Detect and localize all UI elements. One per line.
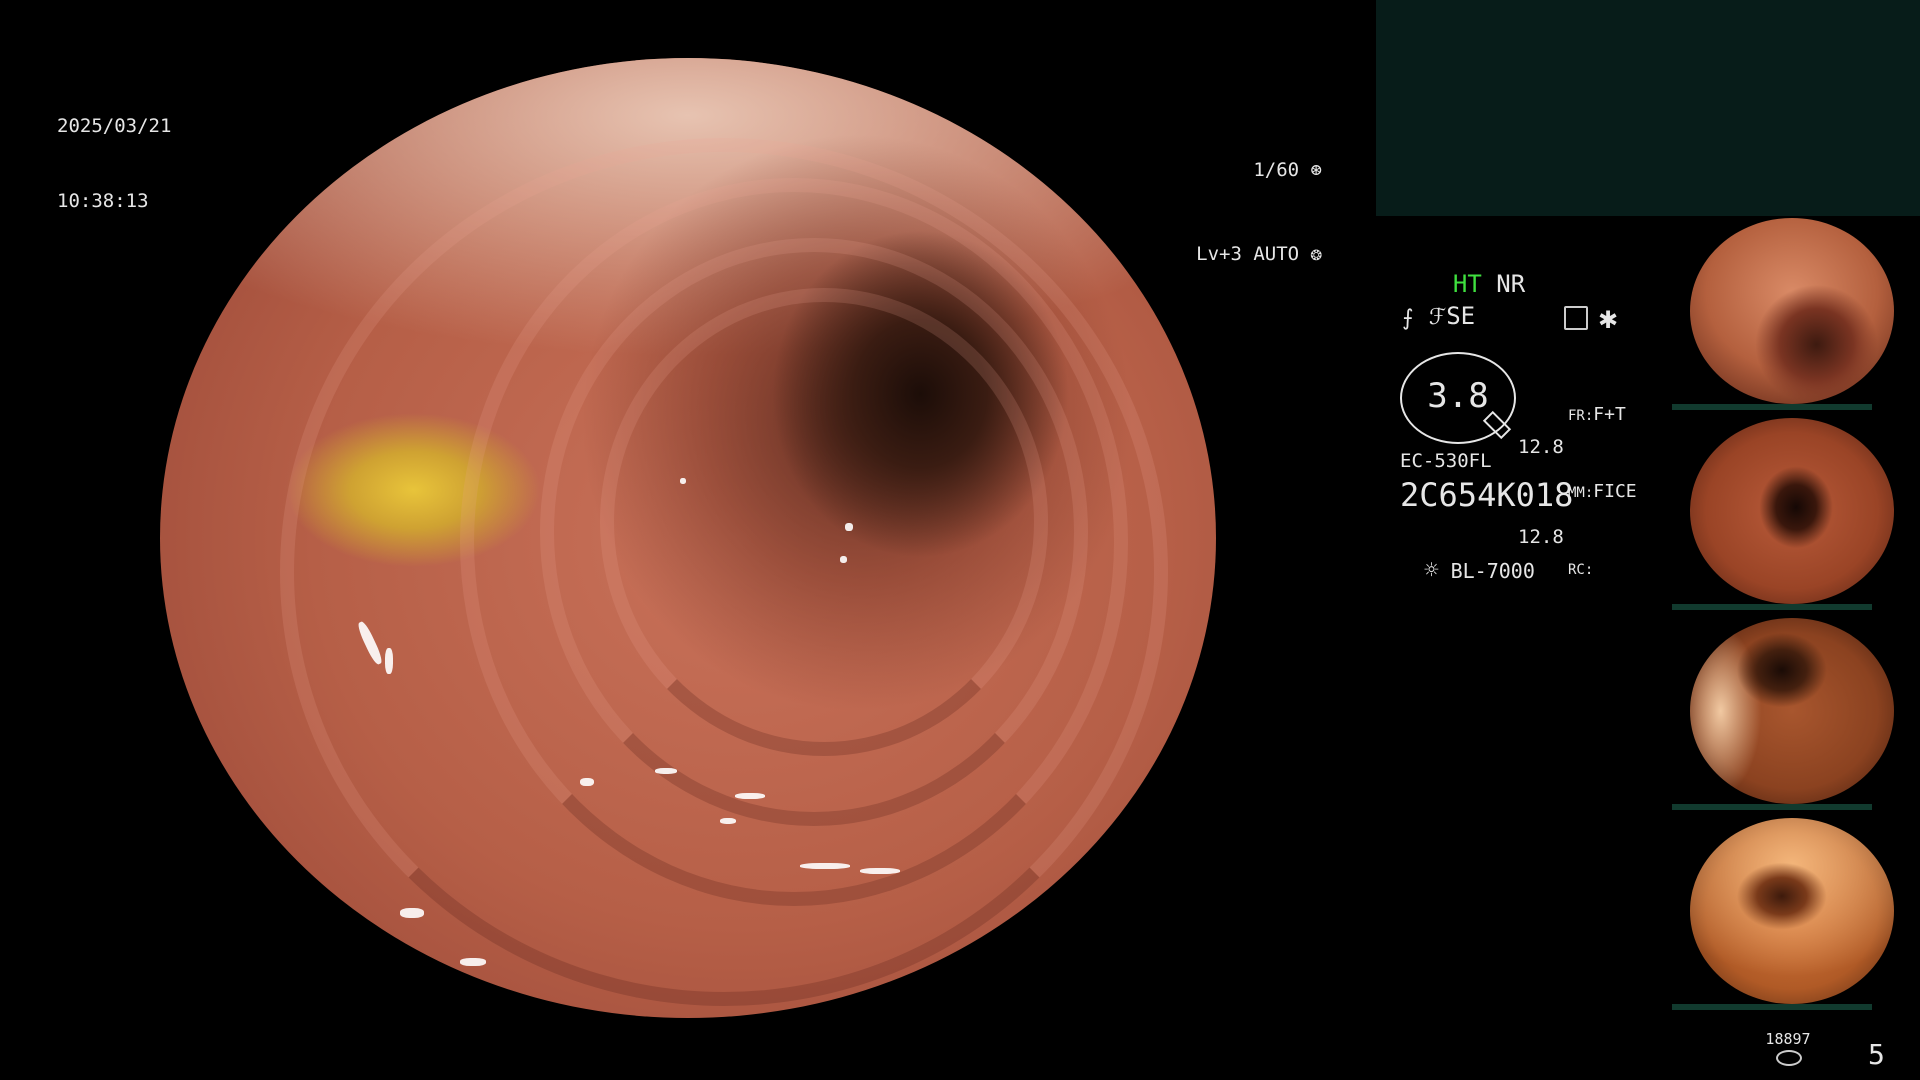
settings-icon — [1564, 306, 1588, 330]
fr-label: FR: — [1568, 408, 1594, 424]
value-1: 12.8 — [1518, 436, 1564, 458]
scope-model: EC-530FL — [1400, 450, 1492, 472]
capture-thumbnails — [1672, 216, 1920, 1016]
structure-enhance-icon: ℱ — [1428, 305, 1447, 330]
exposure-overlay: 1/60 ⊛ Lv+3 AUTO ❂ — [1192, 100, 1322, 296]
mm-value: FICE — [1593, 481, 1637, 502]
preview-panel — [1376, 0, 1920, 216]
rc-label: RC: — [1568, 562, 1594, 578]
color-enhance-icon: ⨍ — [1402, 306, 1414, 331]
light-source-row: ☼ BL-7000 — [1400, 532, 1535, 584]
light-source-icon: ☼ — [1424, 556, 1439, 584]
time-text: 10:38:13 — [57, 190, 149, 212]
thumbnail-4[interactable] — [1672, 816, 1920, 1012]
thumbnail-1[interactable] — [1672, 216, 1920, 412]
light-source-model: BL-7000 — [1450, 559, 1535, 583]
datetime-overlay: 2025/03/21 10:38:13 — [57, 64, 171, 239]
nr-indicator: NR — [1496, 270, 1526, 298]
thumbnail-2[interactable] — [1672, 416, 1920, 612]
endoscope-live-view — [160, 58, 1216, 1018]
exposure-mode: AUTO — [1253, 243, 1300, 265]
shutter-speed: 1/60 — [1253, 159, 1300, 181]
storage-icon — [1776, 1050, 1802, 1066]
scope-serial: 2C654K018 — [1400, 476, 1574, 514]
asterisk-icon: ✱ — [1598, 306, 1619, 334]
se-indicator: SE — [1446, 302, 1476, 330]
zoom-badge: 3.8 — [1400, 352, 1516, 444]
zoom-value: 3.8 — [1427, 376, 1489, 416]
page-number: 5 — [1868, 1038, 1885, 1071]
fr-value: F+T — [1593, 404, 1626, 425]
date-text: 2025/03/21 — [57, 115, 172, 137]
shutter-icon: ⊛ — [1299, 159, 1322, 181]
processing-settings: FR:F+T MM:FICE RC: — [1568, 352, 1637, 608]
image-count: 18897 — [1765, 1030, 1811, 1048]
thumbnail-3[interactable] — [1672, 616, 1920, 812]
iris-icon: ❂ — [1299, 243, 1322, 265]
exposure-level: Lv+3 — [1196, 243, 1242, 265]
